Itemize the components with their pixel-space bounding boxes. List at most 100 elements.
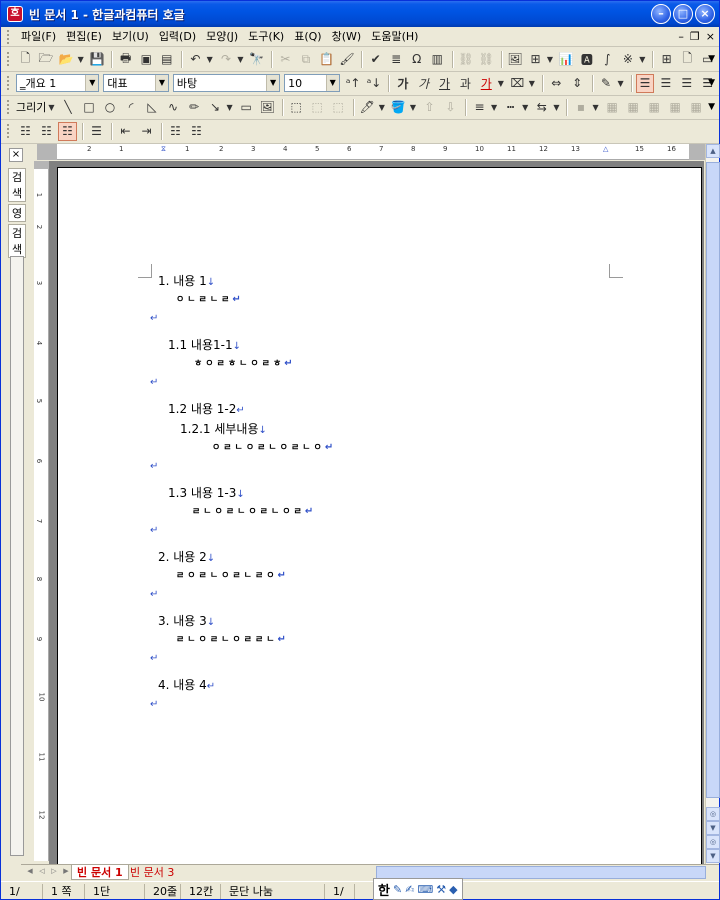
highlight-dropdown-icon[interactable]: ▼ bbox=[617, 79, 623, 88]
cut-icon[interactable]: ✂ bbox=[276, 50, 295, 69]
title-bar[interactable]: 호 빈 문서 1 - 한글과컴퓨터 호글 – □ × bbox=[1, 1, 719, 27]
numbered-list-icon[interactable]: ☷ bbox=[16, 122, 35, 141]
doc-line[interactable]: 1.2.1 세부내용↓ bbox=[180, 420, 267, 437]
undo-icon[interactable]: ↶ bbox=[186, 50, 205, 69]
formula-icon[interactable]: ∫ bbox=[598, 50, 617, 69]
line-color-icon[interactable]: 🖊 bbox=[358, 98, 377, 117]
doc-line[interactable]: 1.3 내용 1-3↓ bbox=[168, 484, 245, 501]
toolbar-grip[interactable] bbox=[7, 52, 10, 66]
polygon-icon[interactable]: ◺ bbox=[143, 98, 162, 117]
image-icon[interactable]: 🖼 bbox=[506, 50, 525, 69]
doc-empty-line[interactable]: ↵ bbox=[150, 310, 158, 324]
font-size-dropdown-icon[interactable]: ▼ bbox=[325, 75, 339, 91]
italic-button[interactable]: 가 bbox=[414, 74, 433, 93]
shadow-dropdown-icon[interactable]: ▼ bbox=[592, 103, 598, 112]
textbox-icon[interactable]: ▭ bbox=[237, 98, 256, 117]
scroll-thumb[interactable] bbox=[706, 162, 720, 798]
arrow-style-dropdown-icon[interactable]: ▼ bbox=[553, 103, 559, 112]
spellcheck-icon[interactable]: ✔ bbox=[366, 50, 385, 69]
font-lang-select[interactable]: 대표 ▼ bbox=[103, 74, 169, 92]
align-left-icon[interactable]: ☰ bbox=[656, 74, 675, 93]
connector-dropdown-icon[interactable]: ▼ bbox=[227, 103, 233, 112]
picture-frame-icon[interactable]: 🖼 bbox=[258, 98, 277, 117]
line-icon[interactable]: ╲ bbox=[59, 98, 78, 117]
doc-line[interactable]: ㄹㄴㅇㄹㄴㅇㄹㄹㄴ↵ bbox=[176, 632, 289, 645]
bring-forward-icon[interactable]: ⇧ bbox=[420, 98, 439, 117]
print-icon[interactable]: 🖶 bbox=[116, 50, 135, 69]
doc-empty-line[interactable]: ↵ bbox=[150, 522, 158, 536]
doc-close-icon[interactable]: × bbox=[706, 30, 715, 43]
ime-toolbar[interactable]: 한 ✎ ✍ ⌨ ⚒ ◆ bbox=[373, 878, 463, 900]
align-center-icon[interactable]: ☰ bbox=[677, 74, 696, 93]
doc-minimize-icon[interactable]: – bbox=[678, 30, 684, 43]
close-button[interactable]: × bbox=[695, 4, 715, 24]
char-map-icon[interactable]: Ω bbox=[407, 50, 426, 69]
outline-level-down-icon[interactable]: ⇥ bbox=[137, 122, 156, 141]
select-object-icon[interactable]: ⬚ bbox=[287, 98, 306, 117]
font-name-dropdown-icon[interactable]: ▼ bbox=[266, 75, 280, 91]
columns-icon[interactable]: ▥ bbox=[428, 50, 447, 69]
menu-insert[interactable]: 입력(D) bbox=[154, 28, 201, 46]
shadow-icon[interactable]: ▪ bbox=[571, 98, 590, 117]
doc-line[interactable]: ㅎㅇㄹㅎㄴㅇㄹㅎ↵ bbox=[194, 356, 296, 369]
object-props-icon[interactable]: ▦ bbox=[687, 98, 706, 117]
group-icon[interactable]: ⬚ bbox=[308, 98, 327, 117]
scroll-down-icon[interactable]: ▼ bbox=[706, 821, 720, 835]
toolbar-overflow-icon[interactable]: ▼ bbox=[708, 102, 715, 112]
form-icon[interactable]: ⊞ bbox=[657, 50, 676, 69]
pdf-icon[interactable]: ▤ bbox=[158, 50, 177, 69]
paragraph-icon[interactable]: ≣ bbox=[387, 50, 406, 69]
ime-hanja-icon[interactable]: ✍ bbox=[405, 883, 414, 896]
minimize-button[interactable]: – bbox=[651, 4, 671, 24]
print-preview-icon[interactable]: ▣ bbox=[137, 50, 156, 69]
tab-doc-1[interactable]: 빈 문서 1 bbox=[71, 865, 129, 880]
side-panel-close-icon[interactable]: × bbox=[9, 148, 23, 162]
doc-line[interactable]: 3. 내용 3↓ bbox=[158, 612, 215, 629]
open-document-icon[interactable]: 🗁 bbox=[37, 50, 56, 69]
menu-format[interactable]: 모양(J) bbox=[201, 28, 243, 46]
side-panel-scrollbar[interactable] bbox=[10, 256, 24, 856]
style-dropdown-icon[interactable]: ▼ bbox=[85, 75, 99, 91]
app-icon[interactable]: 호 bbox=[7, 6, 23, 22]
arrow-style-icon[interactable]: ⇆ bbox=[532, 98, 551, 117]
fill-color-dropdown-icon[interactable]: ▼ bbox=[410, 103, 416, 112]
tab-first-icon[interactable]: ◀ bbox=[25, 867, 35, 878]
rotate-icon[interactable]: ▦ bbox=[624, 98, 643, 117]
maximize-button[interactable]: □ bbox=[673, 4, 693, 24]
ime-keyboard-icon[interactable]: ⌨ bbox=[417, 883, 433, 896]
font-shrink-icon[interactable]: ᵃ↓ bbox=[365, 74, 384, 93]
doc-empty-line[interactable]: ↵ bbox=[150, 586, 158, 600]
menu-tools[interactable]: 도구(K) bbox=[243, 28, 289, 46]
align-objects-icon[interactable]: ▦ bbox=[603, 98, 622, 117]
font-lang-dropdown-icon[interactable]: ▼ bbox=[154, 75, 168, 91]
doc-restore-icon[interactable]: ❐ bbox=[690, 30, 700, 43]
paste-icon[interactable]: 📋 bbox=[317, 50, 336, 69]
bold-button[interactable]: 가 bbox=[393, 74, 412, 93]
side-panel-tab-english[interactable]: 영 bbox=[8, 204, 26, 222]
char-spacing-icon[interactable]: ⇔ bbox=[547, 74, 566, 93]
menu-view[interactable]: 보기(U) bbox=[107, 28, 154, 46]
toolbar-grip[interactable] bbox=[7, 76, 10, 90]
copy-icon[interactable]: ⧉ bbox=[297, 50, 316, 69]
doc-line[interactable]: 2. 내용 2↓ bbox=[158, 548, 215, 565]
tab-doc-3[interactable]: 빈 문서 3 bbox=[125, 865, 179, 880]
font-name-select[interactable]: 바탕 ▼ bbox=[172, 74, 281, 92]
redo-dropdown-icon[interactable]: ▼ bbox=[237, 55, 243, 64]
outline-collapse-icon[interactable]: ☷ bbox=[187, 122, 206, 141]
doc-empty-line[interactable]: ↵ bbox=[150, 650, 158, 664]
doc-empty-line[interactable]: ↵ bbox=[150, 458, 158, 472]
toolbar-overflow-icon[interactable]: ▼ bbox=[708, 78, 715, 88]
ime-tools-icon[interactable]: ⚒ bbox=[436, 883, 446, 896]
doc-line[interactable]: 1.1 내용1-1↓ bbox=[168, 336, 241, 353]
prev-page-icon[interactable]: ◎ bbox=[706, 807, 720, 821]
menu-grip[interactable] bbox=[7, 29, 10, 44]
save-icon[interactable]: 💾 bbox=[88, 50, 107, 69]
doc-empty-line[interactable]: ↵ bbox=[150, 374, 158, 388]
ungroup-icon[interactable]: ⬚ bbox=[329, 98, 348, 117]
draw-dropdown-icon[interactable]: ▼ bbox=[48, 103, 54, 112]
pencil-icon[interactable]: ✏ bbox=[185, 98, 204, 117]
ruler-indent-marker[interactable]: ⧖ bbox=[161, 145, 166, 154]
outline-view-icon[interactable]: ☷ bbox=[166, 122, 185, 141]
chart-icon[interactable]: 📊 bbox=[557, 50, 576, 69]
menu-file[interactable]: 파일(F) bbox=[16, 28, 61, 46]
